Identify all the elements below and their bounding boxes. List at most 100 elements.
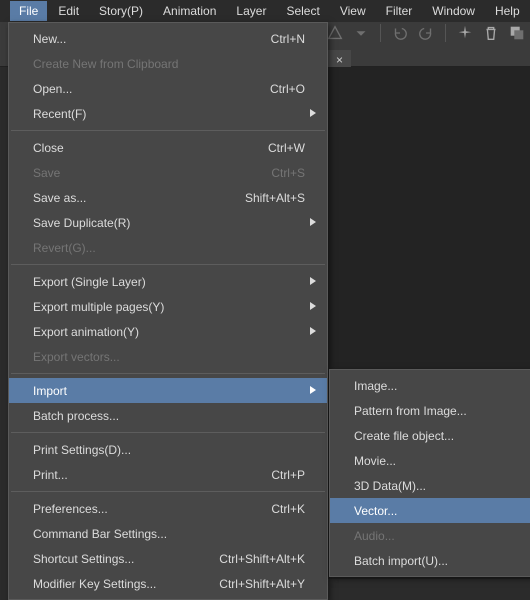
chevron-down-icon[interactable] <box>352 24 370 42</box>
menu-item-shortcut: Ctrl+W <box>252 141 305 155</box>
menubar-item-window[interactable]: Window <box>423 1 484 21</box>
menu-item-label: Save <box>33 166 255 180</box>
menubar-item-filter[interactable]: Filter <box>377 1 422 21</box>
import-submenu: Image... Pattern from Image... Create file… <box>329 369 530 577</box>
toolbar-separator <box>445 24 446 42</box>
import_menu-item-movie[interactable]: Movie... <box>330 448 530 473</box>
menu-item-label: Print... <box>33 468 255 482</box>
menu-item-label: Batch process... <box>33 409 305 423</box>
import_menu-item-batch-import-u[interactable]: Batch import(U)... <box>330 548 530 573</box>
file_menu-item-revert-g: Revert(G)... <box>9 235 327 260</box>
menu-item-label: Import <box>33 384 305 398</box>
import_menu-item-audio: Audio... <box>330 523 530 548</box>
file_menu-item-create-new-from-clipboard: Create New from Clipboard <box>9 51 327 76</box>
menu-item-label: Recent(F) <box>33 107 305 121</box>
menubar-item-file[interactable]: File <box>10 1 47 21</box>
file_menu-item-print-settings-d[interactable]: Print Settings(D)... <box>9 437 327 462</box>
menu-item-shortcut: Ctrl+N <box>255 32 305 46</box>
menu-item-shortcut: Ctrl+O <box>254 82 305 96</box>
file_menu-item-command-bar-settings[interactable]: Command Bar Settings... <box>9 521 327 546</box>
menu-item-label: Export (Single Layer) <box>33 275 305 289</box>
import_menu-item-vector[interactable]: Vector... <box>330 498 530 523</box>
menu-item-label: Close <box>33 141 252 155</box>
menu-item-shortcut: Ctrl+K <box>255 502 305 516</box>
menu-item-label: Open... <box>33 82 254 96</box>
menu-item-shortcut: Shift+Alt+S <box>229 191 305 205</box>
menu-separator <box>11 130 325 131</box>
toolbar-icons <box>326 24 530 42</box>
file_menu-item-shortcut-settings[interactable]: Shortcut Settings...Ctrl+Shift+Alt+K <box>9 546 327 571</box>
submenu-arrow-icon <box>305 384 317 398</box>
menu-item-label: Pattern from Image... <box>354 404 530 418</box>
menu-item-label: Export animation(Y) <box>33 325 305 339</box>
menu-item-label: 3D Data(M)... <box>354 479 530 493</box>
menu-separator <box>11 432 325 433</box>
file_menu-item-save-duplicate-r[interactable]: Save Duplicate(R) <box>9 210 327 235</box>
menu-separator <box>11 491 325 492</box>
file-menu: New...Ctrl+N Create New from Clipboard Ope… <box>8 22 328 600</box>
menubar-item-select[interactable]: Select <box>277 1 328 21</box>
sparkle-icon[interactable] <box>456 24 474 42</box>
menu-item-label: Save Duplicate(R) <box>33 216 305 230</box>
menubar-item-animation[interactable]: Animation <box>154 1 225 21</box>
submenu-arrow-icon <box>305 107 317 121</box>
menu-item-label: Create New from Clipboard <box>33 57 305 71</box>
file_menu-item-export-animation-y[interactable]: Export animation(Y) <box>9 319 327 344</box>
submenu-arrow-icon <box>305 300 317 314</box>
menu-item-label: Vector... <box>354 504 530 518</box>
import_menu-item-pattern-from-image[interactable]: Pattern from Image... <box>330 398 530 423</box>
menu-item-label: Print Settings(D)... <box>33 443 305 457</box>
submenu-arrow-icon <box>305 325 317 339</box>
menubar: File Edit Story(P) Animation Layer Selec… <box>0 0 530 22</box>
file_menu-item-close[interactable]: CloseCtrl+W <box>9 135 327 160</box>
menu-item-label: Command Bar Settings... <box>33 527 305 541</box>
menu-separator <box>11 373 325 374</box>
menubar-item-view[interactable]: View <box>331 1 375 21</box>
submenu-arrow-icon <box>305 275 317 289</box>
file_menu-item-export-multiple-pages-y[interactable]: Export multiple pages(Y) <box>9 294 327 319</box>
overlay-icon[interactable] <box>508 24 526 42</box>
menu-item-label: New... <box>33 32 255 46</box>
menu-item-label: Save as... <box>33 191 229 205</box>
file_menu-item-save: SaveCtrl+S <box>9 160 327 185</box>
menubar-item-layer[interactable]: Layer <box>227 1 275 21</box>
close-icon[interactable]: × <box>336 53 343 67</box>
menubar-item-story[interactable]: Story(P) <box>90 1 152 21</box>
menu-item-label: Audio... <box>354 529 530 543</box>
file_menu-item-new[interactable]: New...Ctrl+N <box>9 26 327 51</box>
import_menu-item-image[interactable]: Image... <box>330 373 530 398</box>
menu-item-label: Export vectors... <box>33 350 305 364</box>
menu-item-label: Movie... <box>354 454 530 468</box>
snap-icon[interactable] <box>326 24 344 42</box>
menu-item-shortcut: Ctrl+Shift+Alt+K <box>203 552 305 566</box>
menu-item-label: Revert(G)... <box>33 241 305 255</box>
menu-item-label: Image... <box>354 379 530 393</box>
toolbar-separator <box>380 24 381 42</box>
file_menu-item-batch-process[interactable]: Batch process... <box>9 403 327 428</box>
file_menu-item-preferences[interactable]: Preferences...Ctrl+K <box>9 496 327 521</box>
trash-icon[interactable] <box>482 24 500 42</box>
menubar-item-edit[interactable]: Edit <box>49 1 88 21</box>
import_menu-item-create-file-object[interactable]: Create file object... <box>330 423 530 448</box>
menu-item-label: Create file object... <box>354 429 530 443</box>
submenu-arrow-icon <box>305 216 317 230</box>
file_menu-item-open[interactable]: Open...Ctrl+O <box>9 76 327 101</box>
file_menu-item-modifier-key-settings[interactable]: Modifier Key Settings...Ctrl+Shift+Alt+Y <box>9 571 327 596</box>
menu-item-label: Export multiple pages(Y) <box>33 300 305 314</box>
file_menu-item-recent-f[interactable]: Recent(F) <box>9 101 327 126</box>
import_menu-item-3d-data-m[interactable]: 3D Data(M)... <box>330 473 530 498</box>
file_menu-item-print[interactable]: Print...Ctrl+P <box>9 462 327 487</box>
undo-icon[interactable] <box>391 24 409 42</box>
menu-item-label: Batch import(U)... <box>354 554 530 568</box>
menu-item-label: Shortcut Settings... <box>33 552 203 566</box>
menu-item-label: Preferences... <box>33 502 255 516</box>
file_menu-item-save-as[interactable]: Save as...Shift+Alt+S <box>9 185 327 210</box>
file_menu-item-export-single-layer[interactable]: Export (Single Layer) <box>9 269 327 294</box>
file_menu-item-export-vectors: Export vectors... <box>9 344 327 369</box>
redo-icon[interactable] <box>417 24 435 42</box>
menu-item-shortcut: Ctrl+P <box>255 468 305 482</box>
file_menu-item-import[interactable]: Import <box>9 378 327 403</box>
menu-item-shortcut: Ctrl+S <box>255 166 305 180</box>
menubar-item-help[interactable]: Help <box>486 1 529 21</box>
menu-separator <box>11 264 325 265</box>
